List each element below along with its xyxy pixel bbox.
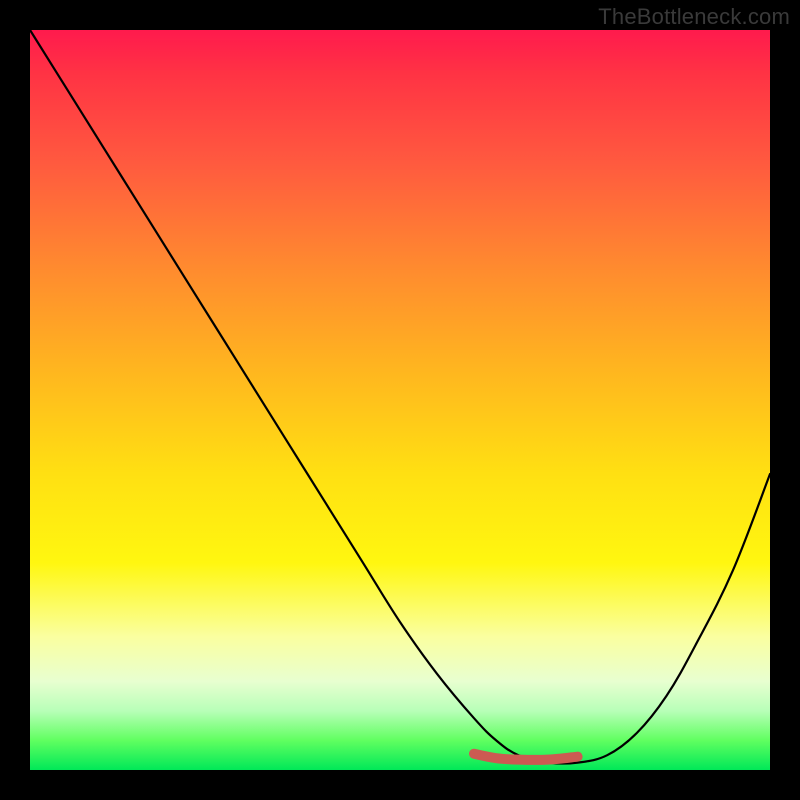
watermark-text: TheBottleneck.com xyxy=(598,4,790,30)
curve-svg xyxy=(30,30,770,770)
optimal-plateau-path xyxy=(474,754,578,760)
bottleneck-chart: TheBottleneck.com xyxy=(0,0,800,800)
plot-area xyxy=(30,30,770,770)
bottleneck-curve-path xyxy=(30,30,770,764)
